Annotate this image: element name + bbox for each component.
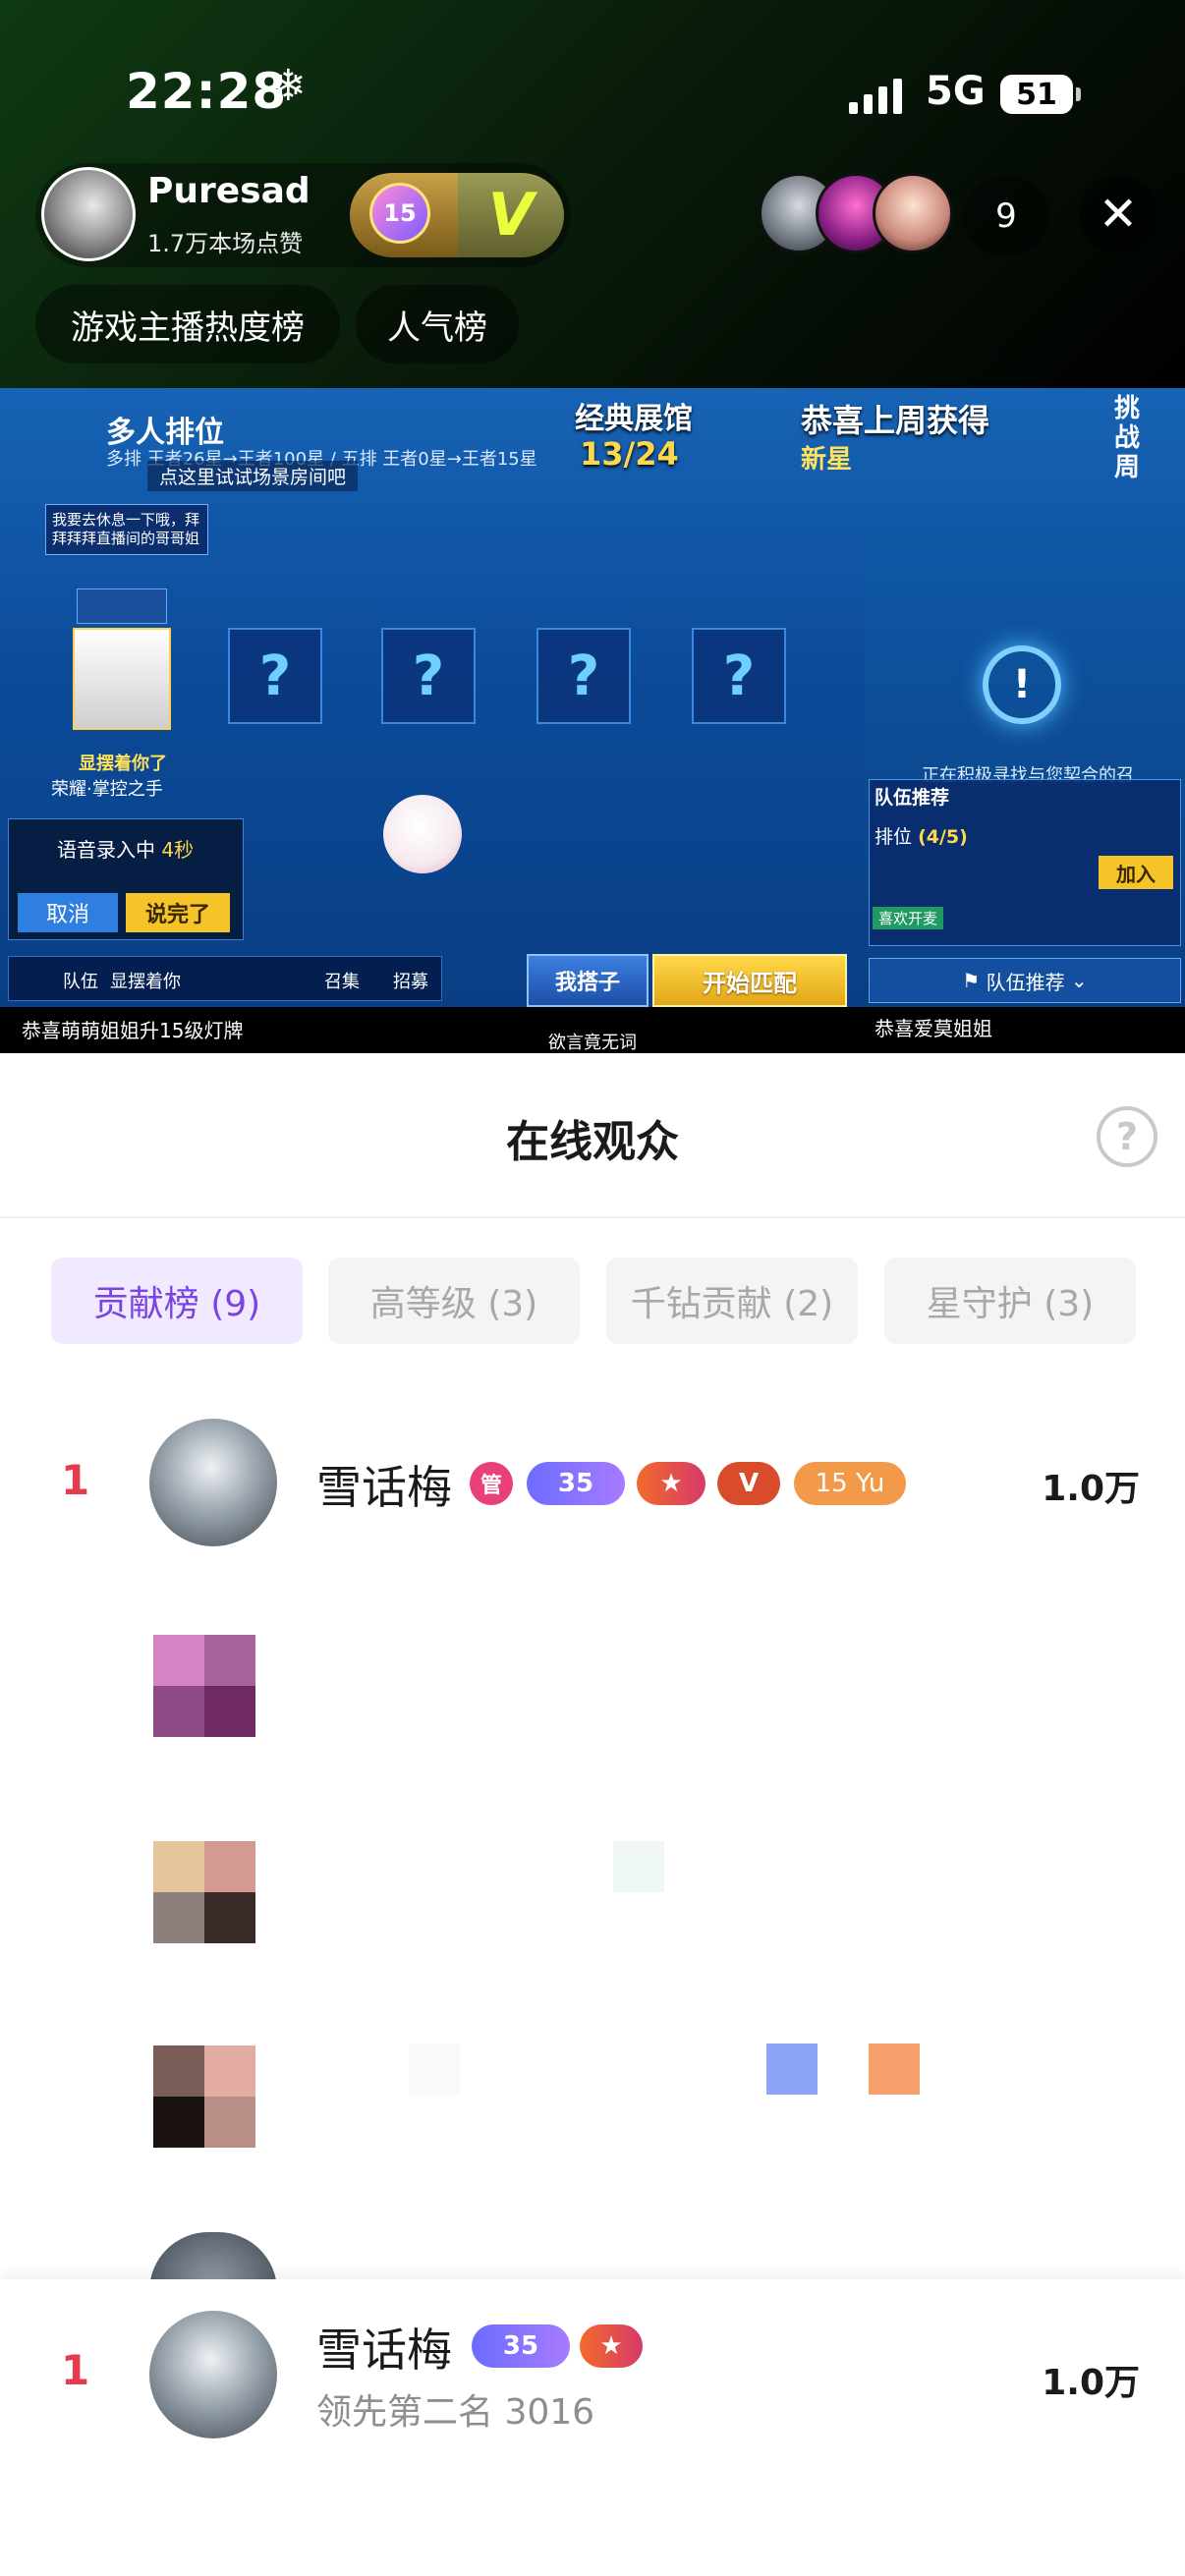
overlay-count: 13/24 [580, 435, 679, 473]
empty-slot: ? [692, 628, 786, 724]
avatar[interactable] [153, 1635, 255, 1737]
battery-icon: 51 [1000, 75, 1081, 114]
lead-text: 领先第二名 3016 [316, 2392, 595, 2433]
redacted-block [869, 2044, 920, 2095]
team-rank: 排位 (4/5) [875, 826, 968, 848]
team-tag: 喜欢开麦 [873, 907, 944, 929]
host-name: Puresad [147, 171, 310, 211]
hero-card [73, 628, 171, 730]
mascot-sticker [383, 795, 462, 873]
voice-title: 语音录入中 4秒 [57, 838, 195, 862]
sheet-title: 在线观众 [506, 1117, 679, 1167]
popularity-chip[interactable]: 人气榜 [356, 285, 519, 364]
redacted-block [409, 2044, 460, 2095]
game-hint: 点这里试试场景房间吧 [147, 461, 359, 491]
host-avatar[interactable] [41, 167, 136, 261]
congrats-sub: 新星 [801, 445, 853, 475]
team-join-button: 加入 [1099, 856, 1173, 889]
avatar[interactable] [149, 1419, 277, 1546]
tab-high-level[interactable]: 高等级 (3) [328, 1258, 580, 1344]
avatar[interactable] [153, 1841, 255, 1943]
close-button[interactable]: ✕ [1079, 175, 1157, 253]
fan-badge: 15 Yu [794, 1462, 906, 1505]
overlay-title: 经典展馆 [575, 402, 693, 436]
viewer-count[interactable]: 9 [963, 177, 1049, 255]
viewer-avatars[interactable] [759, 173, 953, 257]
help-icon[interactable]: ? [1097, 1106, 1157, 1167]
voice-done-button: 说完了 [126, 893, 230, 932]
flag-icon: ⚑ [962, 969, 987, 992]
bottom-item: 队伍 [63, 972, 98, 992]
v-badge-icon[interactable]: V [458, 173, 564, 257]
avatar[interactable] [149, 2311, 277, 2438]
star-badge-icon: ★ [580, 2324, 643, 2368]
signal-icon [849, 75, 908, 114]
redacted-block [766, 2044, 818, 2095]
user-score: 1.0万 [1042, 1469, 1140, 1509]
user-score: 1.0万 [1042, 2363, 1140, 2403]
stream-video: 多人排位 多排 王者26星→王者100星 / 五排 王者0星→王者15星 点这里… [0, 388, 1185, 1053]
alert-icon: ! [983, 645, 1061, 724]
empty-slot: ? [536, 628, 631, 724]
divider [0, 1216, 1185, 1218]
rank-number: 1 [61, 2346, 90, 2394]
team-recommend-button: ⚑ 队伍推荐 ⌄ [869, 958, 1181, 1003]
hero-rank: 荣耀·掌控之手 [51, 779, 163, 800]
tab-contribution[interactable]: 贡献榜 (9) [51, 1258, 303, 1344]
empty-slot: ? [381, 628, 476, 724]
caption-left: 恭喜萌萌姐姐升15级灯牌 [22, 1019, 244, 1042]
user-name[interactable]: 雪话梅 [316, 1452, 452, 1517]
avatar[interactable] [873, 173, 953, 253]
challenge-label: 挑战周 [1114, 394, 1141, 482]
team-title: 队伍推荐 [875, 787, 950, 809]
level-badge: 35 [472, 2324, 570, 2368]
congrats-banner: 恭喜上周获得 [801, 402, 990, 439]
redacted-block [613, 1841, 664, 1892]
chevron-down-icon: ⌄ [1064, 969, 1088, 992]
bottom-item: 显摆着你 [110, 972, 181, 992]
snowflake-icon: ❄ [270, 61, 307, 111]
chat-bubble: 我要去休息一下哦，拜拜拜拜直播间的哥哥姐 [45, 504, 208, 555]
hero-name: 显摆着你了 [79, 754, 167, 774]
admin-badge: 管 [470, 1462, 513, 1505]
network-type: 5G [926, 69, 986, 114]
caption-mid: 欲言竟无词 [548, 1033, 637, 1053]
start-match-button: 开始匹配 [652, 954, 847, 1007]
caption-right: 恭喜爱莫姐姐 [875, 1017, 992, 1040]
partner-button: 我搭子 [527, 954, 649, 1007]
host-likes: 1.7万本场点赞 [147, 230, 304, 257]
empty-slot: ? [228, 628, 322, 724]
voice-cancel-button: 取消 [18, 893, 118, 932]
bottom-item: 召集 [324, 972, 360, 992]
hero-card-top [77, 588, 167, 624]
rank-number: 1 [61, 1456, 90, 1504]
level-badge: 35 [527, 1462, 625, 1505]
hot-rank-chip[interactable]: 游戏主播热度榜 [35, 285, 340, 364]
tab-diamond-contribution[interactable]: 千钻贡献 (2) [606, 1258, 858, 1344]
status-time: 22:28 [126, 63, 288, 120]
user-name: 雪话梅 [316, 2324, 452, 2377]
heart-level-icon: 15 [369, 183, 430, 244]
star-badge-icon: ★ [637, 1462, 705, 1505]
avatar[interactable] [153, 2045, 255, 2148]
v-badge-icon: V [717, 1462, 780, 1505]
tab-star-guard[interactable]: 星守护 (3) [884, 1258, 1136, 1344]
bottom-item: 招募 [393, 972, 428, 992]
